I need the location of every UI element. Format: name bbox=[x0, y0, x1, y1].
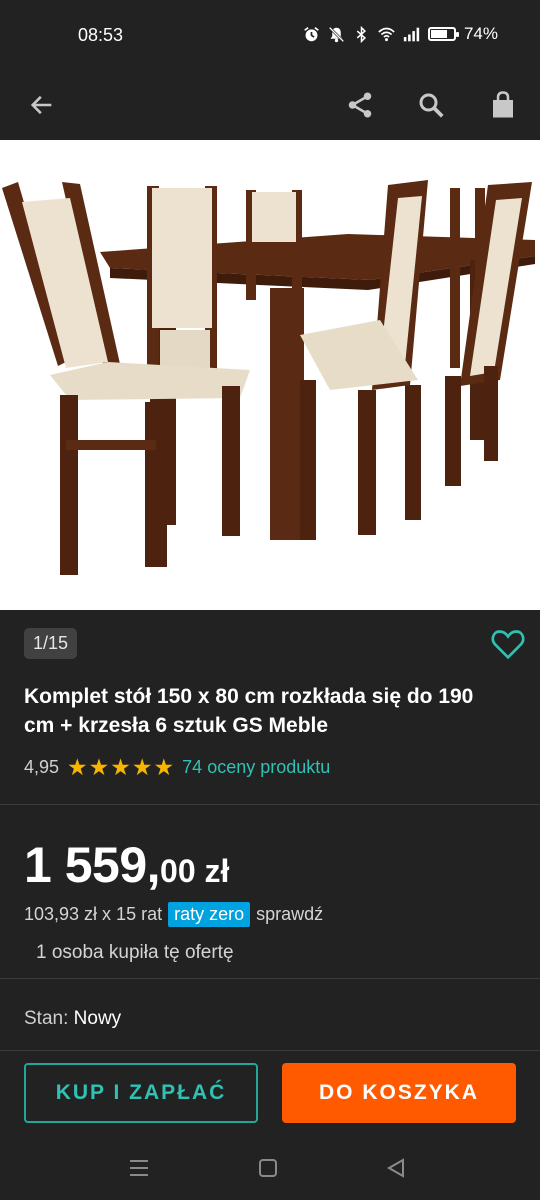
share-button[interactable] bbox=[335, 80, 385, 130]
rating-row[interactable]: 4,95 ★ ★ ★ ★ ★ 74 oceny produktu bbox=[24, 754, 330, 780]
price: 1 559,00 zł bbox=[24, 836, 229, 894]
installments-badge: raty zero bbox=[168, 902, 251, 927]
recents-button[interactable] bbox=[119, 1148, 159, 1188]
installments-text: 103,93 zł x 15 rat bbox=[24, 904, 163, 924]
mute-icon bbox=[328, 26, 345, 42]
bluetooth-icon bbox=[356, 25, 366, 43]
back-triangle-icon bbox=[386, 1158, 404, 1178]
rating-stars: ★ ★ ★ ★ ★ bbox=[67, 754, 175, 780]
wifi-icon bbox=[378, 27, 395, 41]
star-icon: ★ bbox=[88, 754, 110, 780]
system-back-button[interactable] bbox=[376, 1148, 416, 1188]
rating-count-link[interactable]: 74 oceny produktu bbox=[182, 757, 330, 778]
search-button[interactable] bbox=[406, 80, 456, 130]
favorite-button[interactable] bbox=[488, 624, 528, 664]
star-icon: ★ bbox=[131, 754, 153, 780]
furniture-set-picture bbox=[2, 180, 535, 575]
cart-button[interactable] bbox=[478, 80, 528, 130]
star-icon: ★ bbox=[153, 754, 175, 780]
signal-icon bbox=[403, 27, 420, 41]
battery-icon bbox=[427, 27, 459, 41]
divider bbox=[0, 804, 540, 805]
image-counter: 1/15 bbox=[24, 628, 78, 659]
home-icon bbox=[259, 1159, 277, 1177]
status-icons: 74% bbox=[303, 24, 498, 44]
system-navigation-bar bbox=[0, 1134, 540, 1200]
front-right-chair-1 bbox=[300, 180, 428, 540]
search-icon bbox=[419, 93, 444, 118]
price-currency: zł bbox=[195, 853, 230, 889]
shopping-bag-icon bbox=[493, 91, 513, 118]
action-bar: KUP I ZAPŁAĆ DO KOSZYKA bbox=[0, 1050, 540, 1135]
alarm-icon bbox=[304, 26, 319, 41]
heart-icon bbox=[491, 630, 525, 660]
share-icon bbox=[348, 92, 372, 118]
home-button[interactable] bbox=[248, 1148, 288, 1188]
product-title: Komplet stół 150 x 80 cm rozkłada się do… bbox=[24, 685, 474, 737]
buy-now-button[interactable]: KUP I ZAPŁAĆ bbox=[24, 1063, 258, 1123]
bought-count-text: 1 osoba kupiła tę ofertę bbox=[36, 942, 234, 963]
condition-row: Stan: Nowy bbox=[24, 1008, 121, 1030]
rating-value: 4,95 bbox=[24, 756, 60, 777]
back-chair-left bbox=[147, 186, 217, 386]
app-toolbar bbox=[0, 72, 540, 140]
battery-percent: 74% bbox=[463, 24, 498, 43]
recents-icon bbox=[130, 1160, 148, 1176]
status-time: 08:53 bbox=[78, 25, 124, 45]
add-to-cart-button[interactable]: DO KOSZYKA bbox=[282, 1063, 516, 1123]
divider bbox=[0, 978, 540, 979]
status-bar: 08:53 74% bbox=[0, 0, 540, 72]
back-arrow-icon bbox=[30, 95, 52, 115]
installments-check-link[interactable]: sprawdź bbox=[256, 904, 323, 925]
price-integer: 1 559, bbox=[24, 837, 161, 893]
product-image[interactable] bbox=[0, 140, 540, 610]
condition-value: Nowy bbox=[73, 1008, 122, 1029]
star-icon: ★ bbox=[110, 754, 131, 780]
back-button[interactable] bbox=[17, 80, 67, 130]
price-decimal: 00 bbox=[160, 853, 196, 889]
condition-label: Stan: bbox=[24, 1008, 69, 1029]
installments-row[interactable]: 103,93 zł x 15 rat raty zero sprawdź bbox=[24, 902, 323, 927]
star-icon: ★ bbox=[67, 754, 88, 780]
